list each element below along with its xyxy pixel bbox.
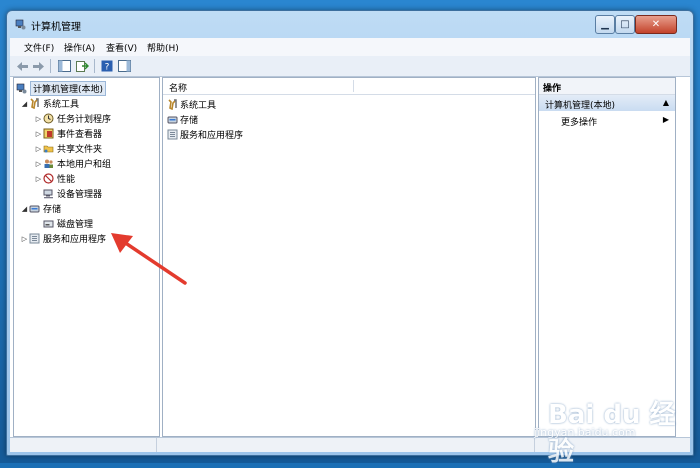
column-header-name: 名称 xyxy=(169,84,188,94)
action-pane-icon xyxy=(117,60,131,72)
svg-text:?: ? xyxy=(105,63,110,73)
list-item[interactable]: 服务和应用程序 xyxy=(167,127,243,141)
menu-action[interactable]: 操作(A) xyxy=(64,41,95,54)
help-button[interactable]: ? xyxy=(99,58,115,74)
tree-item-task-scheduler[interactable]: ▷ 任务计划程序 xyxy=(34,111,111,126)
export-list-button[interactable] xyxy=(74,58,90,74)
menu-help[interactable]: 帮助(H) xyxy=(147,41,179,54)
actions-header: 操作 xyxy=(539,78,675,95)
column-header[interactable]: 名称 xyxy=(163,78,535,95)
more-actions-item[interactable]: 更多操作 xyxy=(561,115,597,128)
tree-item-label: 本地用户和组 xyxy=(57,160,112,170)
tree-item-label: 性能 xyxy=(57,175,76,185)
submenu-arrow-icon: ▶ xyxy=(662,115,669,124)
tree-item-label: 存储 xyxy=(43,205,62,215)
menu-view[interactable]: 查看(V) xyxy=(106,41,137,54)
expand-icon[interactable]: ▷ xyxy=(34,145,43,153)
tree-item-performance[interactable]: ▷ 性能 xyxy=(34,171,75,186)
tree-item-shared-folders[interactable]: ▷ 共享文件夹 xyxy=(34,141,102,156)
show-hide-action-pane-button[interactable] xyxy=(116,58,132,74)
actions-pane: 操作 计算机管理(本地) ▲ 更多操作 ▶ xyxy=(538,77,676,437)
services-icon xyxy=(167,129,178,139)
baidu-watermark: Bai du 经验 jingyan.baidu.com xyxy=(528,394,678,467)
tree-item-label: 任务计划程序 xyxy=(57,115,112,125)
tree-item-storage[interactable]: ◢ 存储 xyxy=(20,201,61,216)
tree-item-label: 服务和应用程序 xyxy=(43,235,107,245)
tree-item-label: 共享文件夹 xyxy=(57,145,103,155)
tree-item-event-viewer[interactable]: ▷ 事件查看器 xyxy=(34,126,102,141)
expand-icon[interactable]: ▷ xyxy=(34,130,43,138)
expand-icon[interactable]: ▷ xyxy=(34,175,43,183)
forward-button[interactable] xyxy=(30,58,46,74)
list-item-label: 服务和应用程序 xyxy=(180,130,244,141)
computer-management-icon xyxy=(15,19,26,30)
column-divider[interactable] xyxy=(353,80,354,92)
list-item[interactable]: 系统工具 xyxy=(167,97,216,111)
storage-icon xyxy=(29,205,40,213)
back-arrow-icon xyxy=(16,61,28,71)
tree-item-device-manager[interactable]: 设备管理器 xyxy=(43,186,102,201)
results-pane: 名称 系统工具 存储 服务和应用程序 xyxy=(162,77,536,437)
tools-icon xyxy=(168,98,177,110)
event-viewer-icon xyxy=(43,128,54,139)
tree-item-label: 设备管理器 xyxy=(57,190,103,200)
tools-icon xyxy=(30,98,39,109)
window-title: 计算机管理 xyxy=(31,22,81,33)
storage-icon xyxy=(167,116,178,123)
tree-item-label: 事件查看器 xyxy=(57,130,103,140)
collapse-icon[interactable]: ◢ xyxy=(20,100,29,108)
device-manager-icon xyxy=(43,189,53,199)
expand-icon[interactable]: ▷ xyxy=(34,115,43,123)
collapse-icon[interactable]: ◢ xyxy=(20,205,29,213)
forward-arrow-icon xyxy=(32,61,44,71)
console-tree-icon xyxy=(57,60,71,72)
export-icon xyxy=(75,61,89,72)
tree-item-label: 系统工具 xyxy=(43,100,80,110)
computer-management-icon xyxy=(16,83,27,94)
back-button[interactable] xyxy=(14,58,30,74)
list-item-label: 存储 xyxy=(180,115,199,126)
tree-root-label: 计算机管理(本地) xyxy=(30,81,107,96)
tree-item-local-users-groups[interactable]: ▷ 本地用户和组 xyxy=(34,156,111,171)
collapse-up-icon[interactable]: ▲ xyxy=(663,98,669,107)
show-hide-console-tree-button[interactable] xyxy=(56,58,72,74)
maximize-button[interactable]: □ xyxy=(615,15,635,34)
help-icon: ? xyxy=(101,60,113,72)
clock-icon xyxy=(43,113,54,124)
list-item-label: 系统工具 xyxy=(180,100,217,111)
close-button[interactable]: ✕ xyxy=(635,15,677,34)
baidu-url: jingyan.baidu.com xyxy=(534,426,636,439)
title-bar[interactable]: 计算机管理 ▁ □ ✕ xyxy=(7,11,693,37)
menu-bar: 文件(F) 操作(A) 查看(V) 帮助(H) xyxy=(10,38,690,56)
menu-file[interactable]: 文件(F) xyxy=(24,41,54,54)
services-icon xyxy=(29,233,40,244)
tree-item-system-tools[interactable]: ◢ 系统工具 xyxy=(20,96,79,111)
toolbar-separator xyxy=(94,59,95,73)
disk-icon xyxy=(43,220,54,228)
actions-section-computer-management[interactable]: 计算机管理(本地) ▲ xyxy=(539,95,675,111)
actions-section-label: 计算机管理(本地) xyxy=(545,101,616,111)
expand-icon[interactable]: ▷ xyxy=(20,235,29,243)
annotation-arrow-icon xyxy=(111,233,187,285)
toolbar-separator xyxy=(50,59,51,73)
status-cell xyxy=(156,438,535,452)
actions-header-label: 操作 xyxy=(543,84,562,94)
minimize-icon: ▁ xyxy=(601,19,609,30)
list-item[interactable]: 存储 xyxy=(167,112,198,126)
status-cell xyxy=(10,438,157,452)
tree-item-services-applications[interactable]: ▷ 服务和应用程序 xyxy=(20,231,106,246)
expand-icon[interactable]: ▷ xyxy=(34,160,43,168)
tree-item-disk-management[interactable]: 磁盘管理 xyxy=(43,216,93,231)
performance-icon xyxy=(43,173,54,184)
close-icon: ✕ xyxy=(651,19,661,30)
users-icon xyxy=(44,159,53,168)
tree-item-label: 磁盘管理 xyxy=(57,220,94,230)
shared-folder-icon xyxy=(43,145,54,153)
toolbar: ? xyxy=(10,56,690,77)
maximize-icon: □ xyxy=(620,19,630,30)
minimize-button[interactable]: ▁ xyxy=(595,15,615,34)
tree-root[interactable]: 计算机管理(本地) xyxy=(16,81,107,96)
